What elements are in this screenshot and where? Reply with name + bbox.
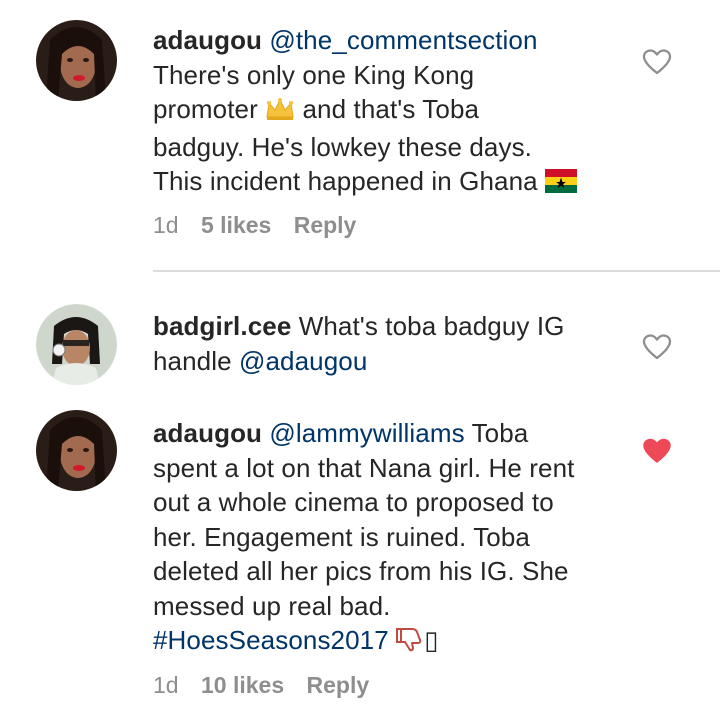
avatar-image bbox=[36, 20, 117, 101]
comment-line: her. Engagement is ruined. Toba bbox=[153, 521, 530, 552]
comment-line: promoter bbox=[153, 94, 266, 124]
comment-line: badguy. He's lowkey these days. bbox=[153, 131, 533, 162]
comment-line: spent a lot on that Nana girl. He rent bbox=[153, 452, 575, 483]
crown-emoji bbox=[265, 95, 295, 130]
comment-line: What's toba badguy IG bbox=[298, 311, 565, 341]
comment-1-meta: 1d 5 likes Reply bbox=[153, 212, 372, 239]
comment-line: and that's Toba bbox=[295, 94, 480, 124]
avatar-image bbox=[36, 410, 117, 491]
comment-3-meta: 1d 10 likes Reply bbox=[153, 672, 385, 699]
comment-line: There's only one King Kong bbox=[153, 59, 475, 90]
likes-count[interactable]: 10 likes bbox=[201, 672, 284, 698]
comment-line: handle bbox=[153, 345, 239, 376]
comment-line: deleted all her pics from his IG. She bbox=[153, 556, 569, 586]
comment-2-text: badgirl.cee What's toba badguy IG handle… bbox=[153, 309, 623, 378]
avatar-adaugou[interactable] bbox=[36, 410, 117, 491]
avatar-image bbox=[36, 304, 117, 385]
comments-screen: adaugou @the_commentsection There's only… bbox=[0, 0, 720, 720]
comment-time: 1d bbox=[153, 212, 179, 238]
comment-line: This incident happened in Ghana bbox=[153, 166, 546, 196]
comment-username[interactable]: adaugou bbox=[153, 25, 262, 55]
comment-mention[interactable]: @the_commentsection bbox=[269, 25, 537, 55]
comment-mention[interactable]: @adaugou bbox=[239, 346, 367, 376]
ghana-flag-emoji bbox=[545, 167, 578, 202]
avatar-badgirl-cee[interactable] bbox=[36, 304, 117, 385]
comment-username[interactable]: badgirl.cee bbox=[153, 311, 291, 341]
reply-button[interactable]: Reply bbox=[294, 212, 357, 238]
heart-outline-icon[interactable] bbox=[642, 48, 672, 76]
hashtag-link[interactable]: #HoesSeasons2017 bbox=[153, 625, 389, 655]
heart-filled-icon[interactable] bbox=[642, 437, 672, 465]
avatar-adaugou[interactable] bbox=[36, 20, 117, 101]
likes-count[interactable]: 5 likes bbox=[201, 212, 271, 238]
unknown-glyph: ▯ bbox=[424, 625, 439, 655]
comment-1-text: adaugou @the_commentsection There's only… bbox=[153, 23, 623, 202]
comment-time: 1d bbox=[153, 672, 179, 698]
thumbs-down-emoji bbox=[396, 626, 424, 661]
heart-outline-icon[interactable] bbox=[642, 333, 672, 361]
comment-line: Toba bbox=[464, 418, 529, 448]
comment-line: out a whole cinema to proposed to bbox=[153, 487, 554, 517]
comment-mention[interactable]: @lammywilliams bbox=[269, 418, 464, 448]
comment-line: messed up real bad. bbox=[153, 590, 391, 621]
reply-button[interactable]: Reply bbox=[307, 672, 370, 698]
thread-divider bbox=[153, 270, 720, 272]
comment-3-text: adaugou @lammywilliams Toba spent a lot … bbox=[153, 416, 623, 661]
comment-username[interactable]: adaugou bbox=[153, 418, 262, 448]
